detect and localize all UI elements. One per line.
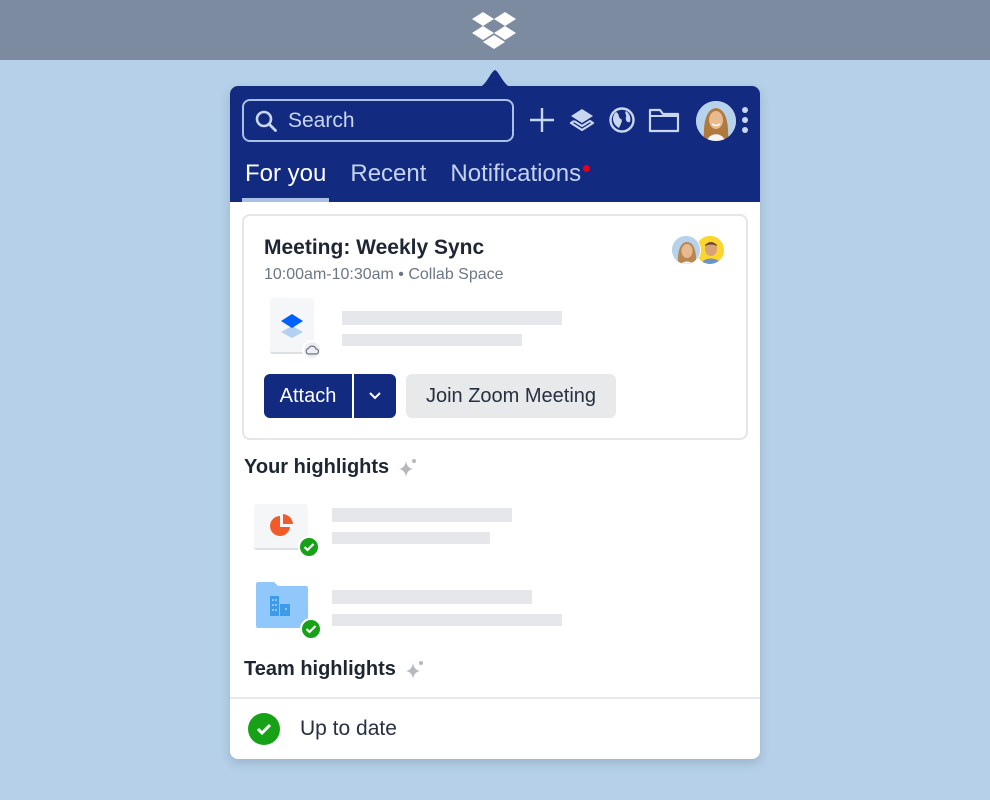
plus-icon[interactable] xyxy=(526,104,558,136)
sparkle-icon xyxy=(405,660,423,679)
attach-split-button: Attach xyxy=(264,374,396,418)
menu-bar xyxy=(0,0,990,60)
paper-doc-icon xyxy=(281,314,303,338)
section-title: Your highlights xyxy=(244,456,390,478)
popup-header: For you Recent Notifications xyxy=(230,86,760,202)
tab-bar: For you Recent Notifications xyxy=(242,160,602,202)
user-avatar[interactable] xyxy=(696,101,736,141)
tab-label: For you xyxy=(245,160,327,187)
attach-dropdown-button[interactable] xyxy=(354,374,396,418)
synced-check-icon xyxy=(298,536,320,558)
highlight-item[interactable] xyxy=(244,580,744,644)
attach-button[interactable]: Attach xyxy=(264,374,354,418)
tab-recent[interactable]: Recent xyxy=(347,160,429,202)
attendee-avatars xyxy=(671,235,729,267)
dropbox-popup: For you Recent Notifications Meeting: We… xyxy=(230,86,760,759)
sync-status: Up to date xyxy=(248,713,397,745)
cloud-icon xyxy=(302,340,322,360)
team-highlights-heading: Team highlights xyxy=(244,658,426,681)
tab-label: Recent xyxy=(350,160,427,187)
layers-icon[interactable] xyxy=(566,104,598,136)
meeting-card: Meeting: Weekly Sync 10:00am-10:30am • C… xyxy=(242,214,748,440)
footer-divider xyxy=(230,697,760,699)
placeholder-line xyxy=(342,311,562,325)
meeting-subtitle: 10:00am-10:30am • Collab Space xyxy=(264,266,504,283)
placeholder-line xyxy=(332,590,532,604)
paper-doc-thumbnail[interactable] xyxy=(270,298,322,360)
highlight-item[interactable] xyxy=(244,498,744,562)
more-vertical-icon[interactable] xyxy=(740,104,750,136)
search-box[interactable] xyxy=(242,99,514,142)
attendee-avatar xyxy=(671,235,701,265)
search-input[interactable] xyxy=(288,108,488,133)
chevron-down-icon xyxy=(369,392,381,400)
your-highlights-heading: Your highlights xyxy=(244,456,419,479)
check-circle-icon xyxy=(248,713,280,745)
sparkle-icon xyxy=(399,458,417,477)
tab-notifications[interactable]: Notifications xyxy=(447,160,591,202)
join-zoom-button[interactable]: Join Zoom Meeting xyxy=(406,374,616,418)
tab-label: Notifications xyxy=(450,160,582,187)
placeholder-line xyxy=(332,532,490,544)
placeholder-line xyxy=(342,334,522,346)
folder-icon[interactable] xyxy=(648,104,680,136)
dropbox-logo-icon[interactable] xyxy=(472,12,516,50)
globe-icon[interactable] xyxy=(606,104,638,136)
notification-dot xyxy=(583,165,591,172)
placeholder-line xyxy=(332,614,562,626)
placeholder-line xyxy=(332,508,512,522)
section-title: Team highlights xyxy=(244,658,396,680)
popup-caret xyxy=(476,70,514,88)
meeting-title: Meeting: Weekly Sync xyxy=(264,236,485,259)
tab-for-you[interactable]: For you xyxy=(242,160,330,202)
team-folder-icon xyxy=(256,582,308,628)
synced-check-icon xyxy=(300,618,322,640)
sync-status-text: Up to date xyxy=(300,717,397,740)
pie-chart-file-icon xyxy=(270,514,293,536)
search-icon xyxy=(255,110,277,132)
